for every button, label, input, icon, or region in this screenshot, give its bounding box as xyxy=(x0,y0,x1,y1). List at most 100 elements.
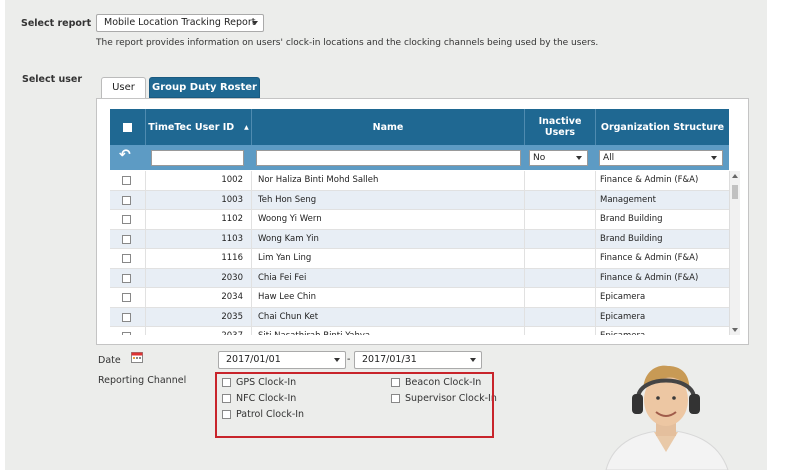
row-inactive xyxy=(525,249,596,268)
select-all-cell xyxy=(110,109,146,145)
select-report-label: Select report xyxy=(21,18,92,29)
row-checkbox[interactable] xyxy=(122,176,131,185)
table-row[interactable]: 2034 Haw Lee Chin Epicamera xyxy=(110,288,729,308)
date-separator: - xyxy=(347,354,351,365)
row-checkbox[interactable] xyxy=(122,195,131,205)
row-name: Siti Nasathirah Binti Yahya xyxy=(252,327,525,335)
row-name: Teh Hon Seng xyxy=(252,190,525,210)
row-org: Finance & Admin (F&A) xyxy=(600,175,699,185)
filter-org-select[interactable]: All xyxy=(599,150,723,166)
grid-body: 1002 Nor Haliza Binti Mohd Salleh Financ… xyxy=(110,171,729,335)
report-select[interactable]: Mobile Location Tracking Report xyxy=(96,14,264,32)
row-inactive xyxy=(525,229,596,249)
row-checkbox[interactable] xyxy=(122,254,131,263)
row-org: Epicamera xyxy=(600,292,646,302)
row-org: Epicamera xyxy=(600,311,646,322)
table-row[interactable]: 2035 Chai Chun Ket Epicamera xyxy=(110,307,729,327)
row-name: Haw Lee Chin xyxy=(252,288,525,307)
row-user-id: 2037 xyxy=(146,327,252,335)
row-inactive xyxy=(525,190,596,210)
row-org: Finance & Admin (F&A) xyxy=(600,253,699,263)
row-inactive xyxy=(525,171,596,190)
row-inactive xyxy=(525,268,596,288)
chevron-down-icon xyxy=(576,156,582,160)
row-name: Chia Fei Fei xyxy=(252,268,525,288)
row-user-id: 1002 xyxy=(146,171,252,190)
col-inactive-users-label: Inactive Users xyxy=(538,116,582,138)
row-org: Finance & Admin (F&A) xyxy=(600,272,699,283)
col-name[interactable]: Name xyxy=(252,109,525,145)
scroll-up-icon[interactable] xyxy=(732,174,738,178)
col-name-label: Name xyxy=(372,121,404,133)
headphones-person-illustration xyxy=(605,365,729,470)
row-checkbox[interactable] xyxy=(122,215,131,224)
row-inactive xyxy=(525,327,596,335)
calendar-icon[interactable] xyxy=(131,352,143,363)
user-grid: TimeTec User ID ▲ Name Inactive Users Or… xyxy=(96,98,749,345)
grid-header: TimeTec User ID ▲ Name Inactive Users Or… xyxy=(110,109,729,145)
table-row[interactable]: 1103 Wong Kam Yin Brand Building xyxy=(110,229,729,249)
row-checkbox[interactable] xyxy=(122,332,131,335)
report-select-value: Mobile Location Tracking Report xyxy=(104,17,256,28)
row-user-id: 1102 xyxy=(146,210,252,229)
row-user-id: 1003 xyxy=(146,190,252,210)
row-name: Nor Haliza Binti Mohd Salleh xyxy=(252,171,525,190)
row-user-id: 2034 xyxy=(146,288,252,307)
chevron-down-icon xyxy=(470,358,476,362)
filter-user-id-input[interactable] xyxy=(151,150,244,166)
table-row[interactable]: 1003 Teh Hon Seng Management xyxy=(110,190,729,210)
row-inactive xyxy=(525,288,596,307)
tab-group-duty-roster[interactable]: Group Duty Roster xyxy=(149,77,260,98)
col-user-id[interactable]: TimeTec User ID ▲ xyxy=(146,109,252,145)
col-user-id-label: TimeTec User ID xyxy=(148,121,235,133)
row-checkbox[interactable] xyxy=(122,273,131,283)
filter-inactive-select[interactable]: No xyxy=(529,150,588,166)
date-to-value: 2017/01/31 xyxy=(362,354,417,365)
row-checkbox[interactable] xyxy=(122,234,131,244)
table-row[interactable]: 2030 Chia Fei Fei Finance & Admin (F&A) xyxy=(110,268,729,288)
row-name: Chai Chun Ket xyxy=(252,307,525,327)
select-user-label: Select user xyxy=(22,74,83,85)
row-org: Brand Building xyxy=(600,233,663,244)
sort-asc-icon: ▲ xyxy=(244,123,249,131)
row-inactive xyxy=(525,307,596,327)
grid-scrollbar[interactable] xyxy=(729,171,740,335)
date-from-value: 2017/01/01 xyxy=(226,354,281,365)
table-row[interactable]: 2037 Siti Nasathirah Binti Yahya Epicame… xyxy=(110,327,729,335)
row-inactive xyxy=(525,210,596,229)
reporting-channel-label: Reporting Channel xyxy=(98,375,187,386)
scroll-thumb[interactable] xyxy=(732,185,738,199)
date-label: Date xyxy=(98,355,121,366)
chevron-down-icon xyxy=(711,156,717,160)
date-to-select[interactable]: 2017/01/31 xyxy=(354,351,482,369)
row-checkbox[interactable] xyxy=(122,293,131,302)
filter-org-value: All xyxy=(603,153,615,163)
select-all-checkbox[interactable] xyxy=(123,122,132,132)
row-name: Lim Yan Ling xyxy=(252,249,525,268)
chevron-down-icon xyxy=(252,21,258,25)
table-row[interactable]: 1002 Nor Haliza Binti Mohd Salleh Financ… xyxy=(110,171,729,191)
row-org: Brand Building xyxy=(600,214,663,224)
table-row[interactable]: 1116 Lim Yan Ling Finance & Admin (F&A) xyxy=(110,249,729,269)
tab-user[interactable]: User xyxy=(101,77,146,98)
report-description: The report provides information on users… xyxy=(96,38,599,48)
scroll-down-icon[interactable] xyxy=(732,328,738,332)
row-user-id: 2035 xyxy=(146,307,252,327)
col-organization[interactable]: Organization Structure xyxy=(596,109,729,145)
filter-bar: ↶ No All xyxy=(110,145,729,170)
chevron-down-icon xyxy=(334,358,340,362)
row-checkbox[interactable] xyxy=(122,312,131,322)
filter-inactive-value: No xyxy=(533,153,546,163)
row-user-id: 1116 xyxy=(146,249,252,268)
date-from-select[interactable]: 2017/01/01 xyxy=(218,351,346,369)
highlight-box xyxy=(215,372,494,438)
row-name: Woong Yi Wern xyxy=(252,210,525,229)
reset-icon[interactable]: ↶ xyxy=(119,147,131,163)
row-org: Epicamera xyxy=(596,327,729,335)
row-org: Management xyxy=(600,194,656,205)
row-name: Wong Kam Yin xyxy=(252,229,525,249)
table-row[interactable]: 1102 Woong Yi Wern Brand Building xyxy=(110,210,729,230)
filter-name-input[interactable] xyxy=(256,150,521,166)
col-inactive-users[interactable]: Inactive Users xyxy=(525,109,596,145)
row-user-id: 2030 xyxy=(146,268,252,288)
